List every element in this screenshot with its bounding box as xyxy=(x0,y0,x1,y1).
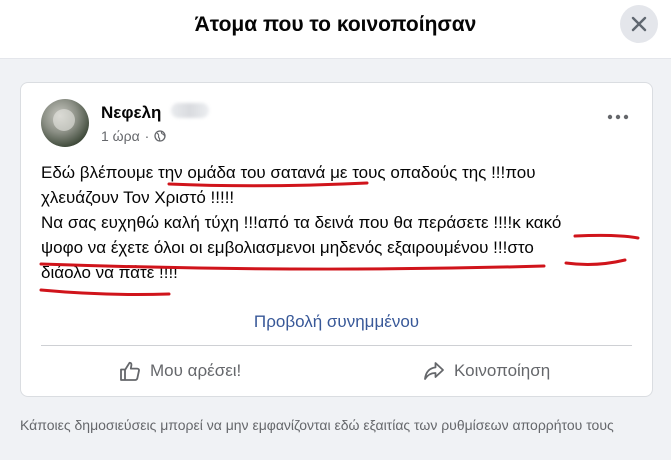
avatar[interactable] xyxy=(41,99,89,147)
post-text: Εδώ βλέπουμε την ομάδα του σατανά με του… xyxy=(41,163,562,282)
view-attachment-link[interactable]: Προβολή συνημμένου xyxy=(21,312,652,332)
post-meta: 1 ώρα · xyxy=(101,128,166,144)
close-button[interactable] xyxy=(620,5,658,43)
close-icon xyxy=(631,16,647,32)
more-options-icon[interactable] xyxy=(605,111,631,123)
privacy-note: Κάποιες δημοσιεύσεις μπορεί να μην εμφαν… xyxy=(20,417,614,433)
post-author[interactable]: Νεφελη xyxy=(101,103,161,123)
thumbs-up-icon xyxy=(120,361,140,381)
like-button[interactable]: Μου αρέσει! xyxy=(119,353,241,389)
dialog-header: Άτομα που το κοινοποίησαν xyxy=(0,0,671,59)
shares-list: Νεφελη 1 ώρα · Εδώ βλέπουμε την ομάδα το… xyxy=(0,59,671,460)
globe-icon[interactable] xyxy=(154,130,166,142)
share-label: Κοινοποίηση xyxy=(454,361,551,380)
actions-divider xyxy=(41,345,632,346)
meta-separator: · xyxy=(144,128,150,144)
underline-stroke xyxy=(39,288,171,296)
redacted-surname xyxy=(171,103,209,118)
share-arrow-icon xyxy=(424,362,444,380)
dialog-title: Άτομα που το κοινοποίησαν xyxy=(194,13,477,36)
share-button[interactable]: Κοινοποίηση xyxy=(423,353,550,389)
post-time[interactable]: 1 ώρα xyxy=(101,128,140,144)
like-label: Μου αρέσει! xyxy=(150,361,242,380)
shared-post-card: Νεφελη 1 ώρα · Εδώ βλέπουμε την ομάδα το… xyxy=(20,82,653,397)
